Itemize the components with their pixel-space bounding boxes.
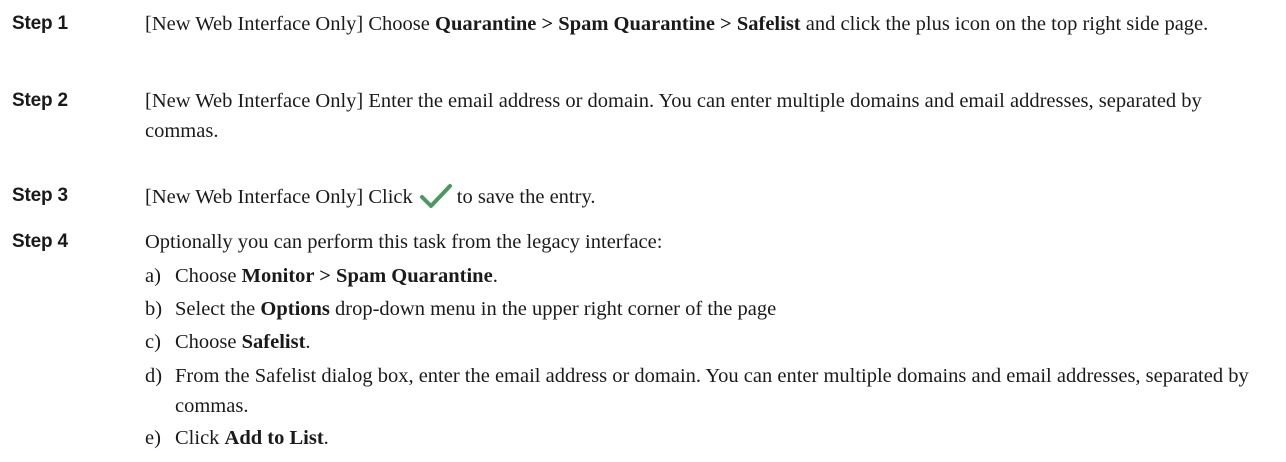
substep-text-bold: Monitor > Spam Quarantine	[241, 265, 493, 287]
substep-text-prefix: Select the	[175, 298, 261, 320]
substep-letter: b)	[145, 298, 163, 320]
substep-text-bold: Add to List	[224, 427, 324, 449]
substep-text: From the Safelist dialog box, enter the …	[175, 365, 1249, 417]
step-label: Step 3	[12, 185, 68, 206]
substep-text-suffix: .	[323, 427, 329, 449]
substep-text-prefix: Choose	[175, 331, 242, 353]
step-text: Optionally you can perform this task fro…	[145, 231, 663, 253]
substep-text-bold: Options	[260, 298, 330, 320]
step-text-prefix: [New Web Interface Only] Choose	[145, 13, 435, 35]
checkmark-icon	[419, 184, 452, 208]
substep-text: Click Add to List.	[175, 423, 1275, 453]
substep-text-suffix: drop-down menu in the upper right corner…	[329, 298, 777, 320]
step-text-prefix: [New Web Interface Only] Click	[145, 186, 413, 208]
step-label: Step 2	[12, 90, 68, 111]
step-text: [New Web Interface Only] Enter the email…	[145, 90, 1202, 142]
step-text-suffix: and click the plus icon on the top right…	[800, 13, 1209, 35]
substep-letter: e)	[145, 427, 161, 449]
step-label: Step 1	[12, 13, 68, 34]
substep-text-bold: Safelist	[241, 331, 306, 353]
substep-letter: c)	[145, 331, 161, 353]
step-text-suffix: to save the entry.	[456, 186, 596, 208]
substep-letter: a)	[145, 265, 161, 287]
substep-text-suffix: .	[305, 331, 311, 353]
substep-text-prefix: Click	[175, 427, 225, 449]
step-label: Step 4	[12, 231, 68, 252]
substep-text: Choose Safelist.	[175, 327, 1275, 357]
substep-text-suffix: .	[492, 265, 498, 287]
step-text-bold: Quarantine > Spam Quarantine > Safelist	[435, 13, 801, 35]
step-text: [New Web Interface Only] Click to save t…	[145, 181, 1275, 212]
substep-letter: d)	[145, 365, 163, 387]
substep-text: Select the Options drop-down menu in the…	[175, 294, 1275, 324]
substep-text: Choose Monitor > Spam Quarantine.	[175, 261, 1275, 291]
step-text: [New Web Interface Only] Choose Quaranti…	[145, 9, 1275, 39]
substep-text-prefix: Choose	[175, 265, 242, 287]
